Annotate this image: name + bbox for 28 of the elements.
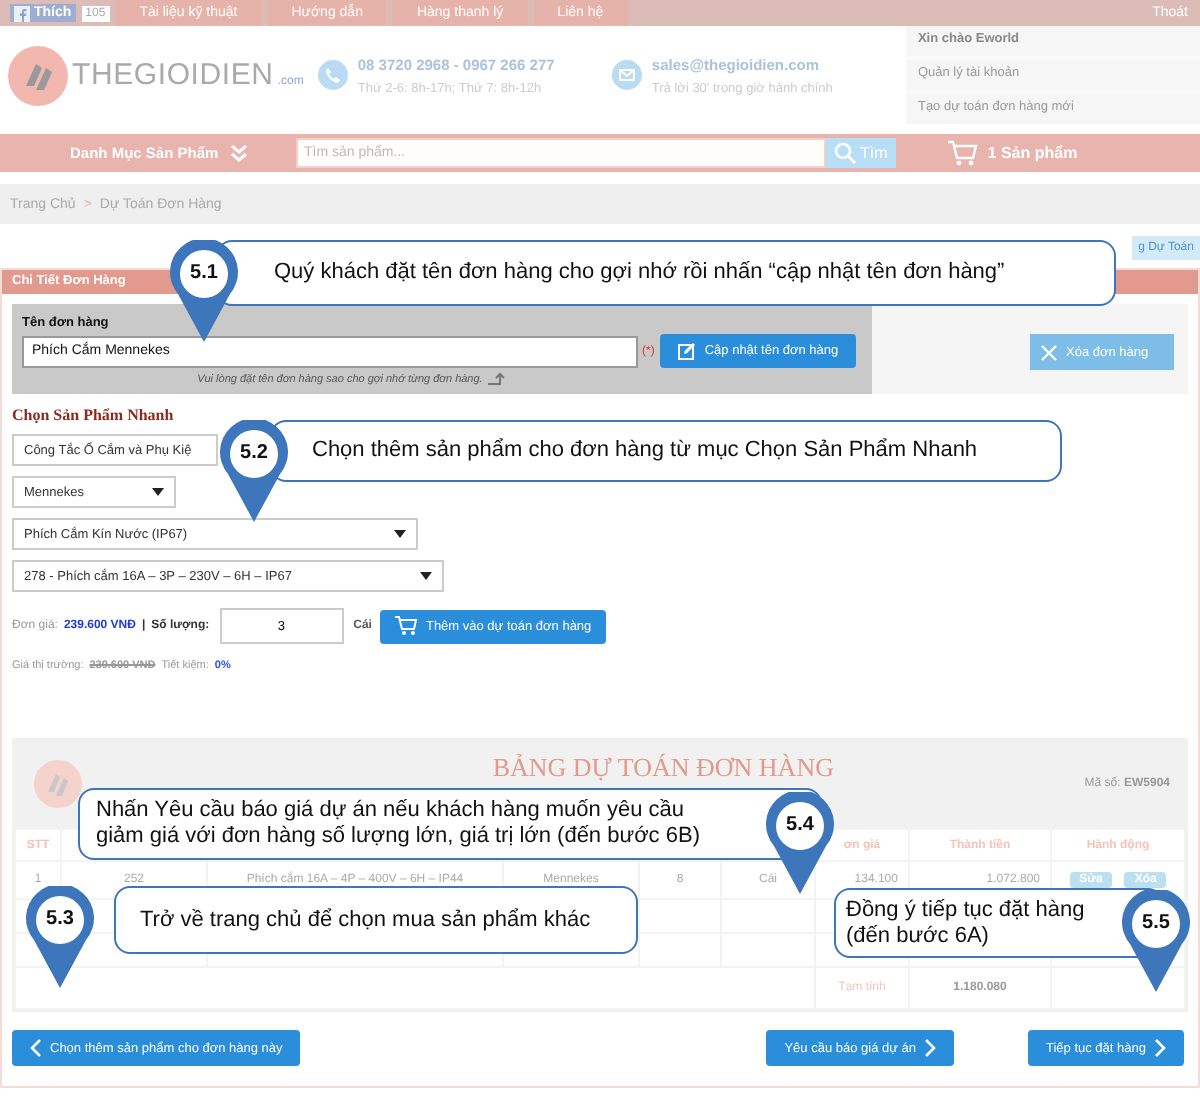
step-number: 5.3	[44, 908, 76, 930]
chevron-left-icon	[30, 1038, 42, 1058]
logo-icon	[34, 760, 82, 808]
search-button[interactable]: Tìm	[826, 138, 896, 168]
map-pin-icon	[168, 240, 240, 344]
chevron-right-icon	[1154, 1038, 1166, 1058]
map-pin-icon	[218, 420, 290, 524]
section-heading: Chọn Sản Phẩm Nhanh	[12, 406, 174, 424]
search-icon	[834, 142, 856, 164]
step-number: 5.4	[784, 814, 816, 836]
phone-icon	[317, 60, 348, 90]
mail-icon	[611, 60, 642, 90]
up-arrow-icon	[486, 372, 507, 386]
double-chevron-icon	[230, 144, 249, 162]
step-number: 5.2	[238, 442, 270, 464]
callout: Trở về trang chủ để chọn mua sản phẩm khác	[114, 886, 638, 954]
facebook-icon	[14, 5, 30, 21]
cart-icon	[945, 140, 978, 166]
step-number: 5.1	[188, 262, 220, 284]
cart-link[interactable]: 1 Sản phẩm	[945, 140, 1078, 166]
cart-icon	[393, 616, 418, 636]
chevron-right-icon	[924, 1038, 936, 1058]
estimate-title: BẢNG DỰ TOÁN ĐƠN HÀNG	[490, 752, 834, 784]
close-icon	[1040, 343, 1058, 361]
logo-icon	[8, 45, 68, 105]
edit-icon	[678, 342, 697, 360]
logo-text: THEGIOIDIEN	[72, 58, 274, 92]
step-number: 5.5	[1140, 912, 1172, 934]
